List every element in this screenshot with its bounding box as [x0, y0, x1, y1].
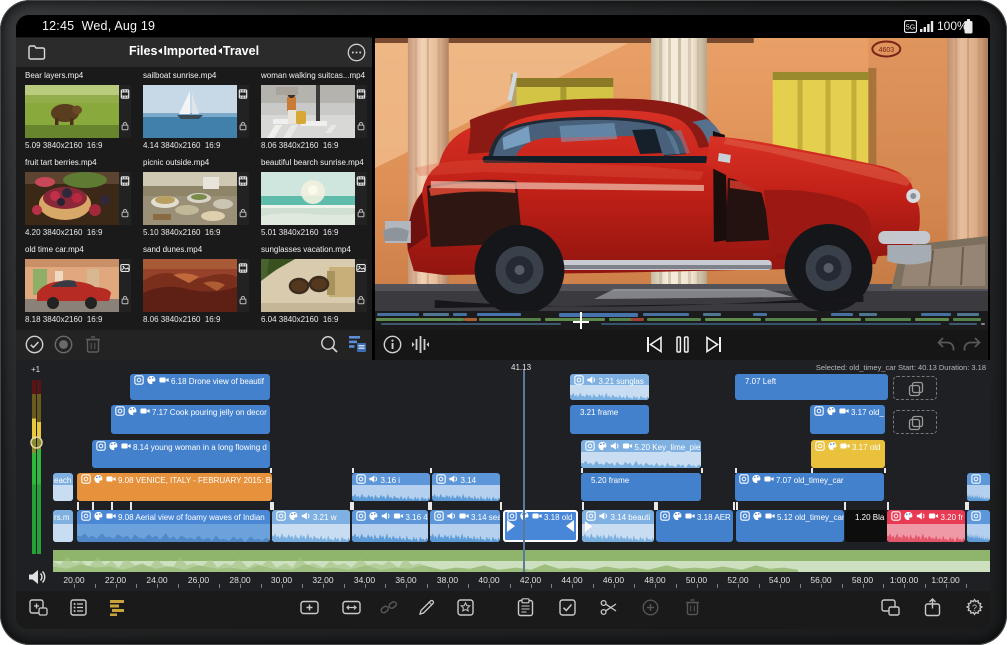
svg-text:5G: 5G [906, 25, 915, 32]
svg-text:4603: 4603 [879, 47, 895, 54]
svg-text:?: ? [972, 603, 977, 613]
